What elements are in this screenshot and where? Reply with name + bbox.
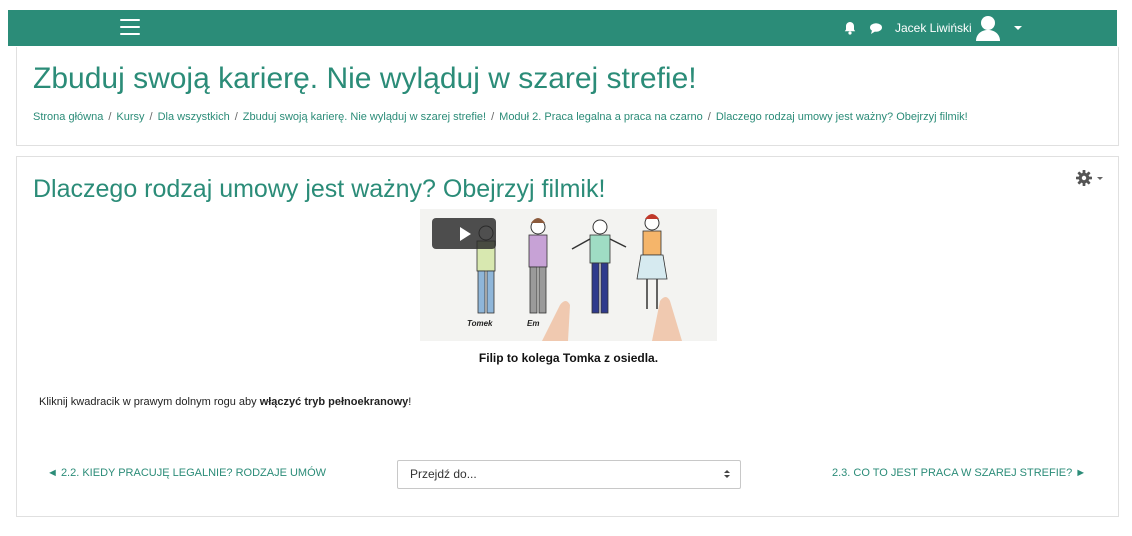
instruction-bold-text: włączyć tryb pełnoekranowy [259,396,409,408]
video-subtitle: Filip to kolega Tomka z osiedla. [478,351,659,365]
breadcrumb-separator: / [707,111,711,123]
video-player[interactable]: Tomek Em Filip to kolega Tomka z osiedla… [420,209,717,376]
video-figure-label-em: Em [527,319,540,328]
gear-icon[interactable] [1075,169,1093,187]
hamburger-icon[interactable] [120,19,140,37]
jump-to-select-value: Przejdź do... [410,467,477,481]
user-avatar-icon[interactable] [974,14,1002,42]
breadcrumb-item-course[interactable]: Zbuduj swoją karierę. Nie wylą​duj w sza… [243,111,486,123]
chat-bubble-icon[interactable] [868,20,884,36]
breadcrumb-item-home[interactable]: Strona główna [33,111,103,123]
video-subtitle-bar: Filip to kolega Tomka z osiedla. [420,341,717,376]
next-activity-link[interactable]: 2.3. CO TO JEST PRACA W SZAREJ STREFIE? … [832,466,1086,480]
user-name[interactable]: Jacek Liwiński [895,20,972,36]
breadcrumb-separator: / [234,111,238,123]
bell-icon[interactable] [842,20,858,36]
video-figure-label-tomek: Tomek [467,319,493,328]
page-header: Zbuduj swoją karierę. Nie wylą​duj w sza… [16,47,1119,146]
fullscreen-instruction: Kliknij kwadracik w prawym dolnym rogu a… [39,395,411,409]
play-icon[interactable] [432,218,496,249]
breadcrumb-item-module[interactable]: Moduł 2. Praca legalna a praca na czarno [499,111,703,123]
breadcrumb-separator: / [491,111,495,123]
user-menu-caret-icon[interactable] [1014,26,1022,30]
activity-card: Dlaczego rodzaj umowy jest ważny? Obejrz… [16,156,1119,517]
breadcrumb-item-activity[interactable]: Dlaczego rodzaj umowy jest ważny? Obejrz… [716,111,968,123]
page-title: Zbuduj swoją karierę. Nie wylą​duj w sza… [33,62,697,95]
top-navbar: Jacek Liwiński [8,10,1117,46]
previous-activity-link[interactable]: ◄ 2.2. KIEDY PRACUJĘ LEGALNIE? RODZAJE U… [47,466,326,480]
activity-title: Dlaczego rodzaj umowy jest ważny? Obejrz… [33,175,606,203]
instruction-suffix: ! [408,396,412,408]
breadcrumb-separator: / [108,111,112,123]
breadcrumb-item-category[interactable]: Dla wszystkich [158,111,230,123]
instruction-text: Kliknij kwadracik w prawym dolnym rogu a… [39,396,260,408]
breadcrumb: Strona główna / Kursy / Dla wszystkich / Zbudu… [33,110,968,124]
settings-caret-icon[interactable] [1097,177,1103,180]
select-arrows-icon [724,470,730,478]
jump-to-select[interactable]: Przejdź do... [397,460,741,489]
breadcrumb-item-courses[interactable]: Kursy [116,111,144,123]
breadcrumb-separator: / [149,111,153,123]
